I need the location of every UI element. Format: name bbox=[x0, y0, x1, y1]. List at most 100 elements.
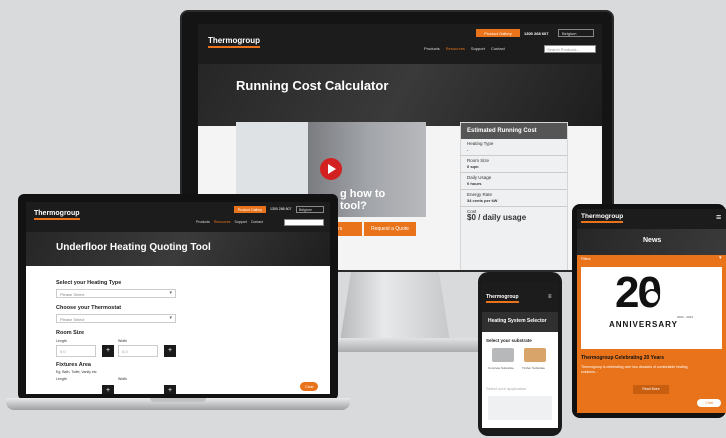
thermostat-select[interactable]: Please Select bbox=[56, 314, 176, 323]
estimate-panel: Estimated Running Cost Heating Type - Roo… bbox=[460, 122, 568, 270]
logo-swoosh bbox=[581, 221, 624, 223]
fixtures-hint: Eg. Bath, Toilet, Vanity etc. bbox=[56, 370, 98, 374]
nav-resources[interactable]: Resources bbox=[446, 46, 465, 51]
page-title: Running Cost Calculator bbox=[236, 78, 389, 93]
estimate-row: Heating Type - bbox=[461, 139, 567, 156]
product-gallery-button[interactable]: Product Gallery bbox=[476, 29, 520, 37]
timber-option[interactable] bbox=[524, 348, 546, 362]
width-input[interactable]: 0.0 bbox=[118, 345, 158, 357]
row-label: Heating Type bbox=[467, 141, 494, 146]
width-increment-button[interactable]: + bbox=[164, 345, 176, 357]
anniversary-text: ANNIVERSARY bbox=[609, 320, 678, 329]
news-body: Thermogroup is celebrating over two deca… bbox=[581, 365, 688, 374]
main-nav: Products Resources Support Contact bbox=[424, 46, 505, 51]
region-select[interactable]: Belgium bbox=[558, 29, 594, 37]
fixtures-label: Fixtures Area bbox=[56, 362, 91, 368]
chevron-down-icon: ▾ bbox=[719, 255, 722, 261]
row-value: 0 sqm bbox=[467, 164, 479, 169]
filter-bar[interactable]: Filters ▾ bbox=[577, 255, 726, 263]
region-select[interactable]: Belgium bbox=[296, 206, 324, 213]
row-value: 34 cents per kW bbox=[467, 198, 498, 203]
nav-products[interactable]: Products bbox=[196, 220, 210, 224]
logo-text: Thermogroup bbox=[34, 210, 80, 217]
nav-products[interactable]: Products bbox=[424, 46, 440, 51]
logo-text: Thermogroup bbox=[208, 36, 260, 45]
phone-logo[interactable]: Thermogroup bbox=[486, 294, 519, 303]
site-logo[interactable]: Thermogroup bbox=[208, 36, 260, 48]
nav-contact[interactable]: Contact bbox=[251, 220, 263, 224]
menu-icon[interactable]: ≡ bbox=[716, 212, 721, 222]
nav-support[interactable]: Support bbox=[235, 220, 247, 224]
concrete-label: Concrete Substrate bbox=[488, 366, 514, 370]
fixtures-length-label: Length bbox=[56, 377, 67, 381]
length-increment-button[interactable]: + bbox=[102, 345, 114, 357]
chat-button[interactable]: Chat bbox=[697, 399, 721, 407]
play-icon[interactable] bbox=[320, 158, 342, 180]
tg-badge-icon bbox=[644, 289, 660, 305]
substrate-label: Select your substrate bbox=[486, 338, 532, 343]
read-more-button[interactable]: Read More bbox=[633, 385, 669, 394]
length-input[interactable]: 0.0 bbox=[56, 345, 96, 357]
thermostat-label: Choose your Thermostat bbox=[56, 305, 122, 311]
laptop-hero: Underfloor Heating Quoting Tool bbox=[26, 232, 330, 266]
row-value: 0 hours bbox=[467, 181, 482, 186]
room-size-label: Room Size bbox=[56, 330, 85, 336]
estimate-row: Energy Rate 34 cents per kW bbox=[461, 190, 567, 207]
chat-button[interactable]: Chat bbox=[300, 382, 319, 391]
anniversary-image[interactable]: 20 ANNIVERSARY 2003 - 2023 bbox=[581, 267, 722, 349]
caption-line-2: tool? bbox=[340, 200, 367, 212]
video-caption: g how to tool? bbox=[340, 188, 385, 212]
concrete-option[interactable] bbox=[492, 348, 514, 362]
laptop-logo[interactable]: Thermogroup bbox=[34, 210, 80, 220]
fixtures-length-button[interactable]: + bbox=[102, 385, 114, 394]
page-title: Heating System Selector bbox=[488, 318, 547, 324]
logo-swoosh bbox=[486, 301, 519, 303]
nav-support[interactable]: Support bbox=[471, 46, 485, 51]
product-gallery-button[interactable]: Product Gallery bbox=[234, 206, 266, 213]
heating-type-select[interactable]: Please Select bbox=[56, 289, 176, 298]
menu-icon[interactable]: ≡ bbox=[548, 294, 552, 300]
phone-screen: Thermogroup ≡ Heating System Selector Se… bbox=[482, 282, 558, 428]
search-input[interactable] bbox=[284, 219, 324, 226]
tablet-header: Thermogroup ≡ bbox=[577, 209, 726, 229]
row-label: Energy Rate bbox=[467, 192, 493, 197]
row-label: Daily Usage bbox=[467, 175, 492, 180]
news-title[interactable]: Thermogroup Celebrating 20 Years bbox=[581, 355, 664, 361]
phone-hero: Heating System Selector bbox=[482, 312, 558, 332]
row-value: - bbox=[467, 147, 469, 152]
hero-banner: Running Cost Calculator bbox=[198, 64, 602, 126]
width-label: Width bbox=[118, 339, 127, 343]
tablet-logo[interactable]: Thermogroup bbox=[581, 213, 624, 223]
logo-swoosh bbox=[34, 218, 80, 220]
phone-header: Thermogroup ≡ bbox=[482, 282, 558, 312]
row-label: Room Size bbox=[467, 158, 490, 163]
application-label: Select your application bbox=[486, 386, 527, 391]
monitor-stand-neck bbox=[340, 272, 450, 342]
estimate-row: Daily Usage 0 hours bbox=[461, 173, 567, 190]
estimate-row: Room Size 0 sqm bbox=[461, 156, 567, 173]
phone-number[interactable]: 1300 268 607 bbox=[270, 207, 291, 211]
estimate-title: Estimated Running Cost bbox=[461, 123, 567, 139]
search-input[interactable]: Search Products... bbox=[544, 45, 596, 53]
laptop-screen: Thermogroup Product Gallery 1300 268 607… bbox=[26, 202, 330, 394]
laptop-notch bbox=[150, 398, 206, 402]
tablet-screen: Thermogroup ≡ News Filters ▾ 20 ANNIVERS… bbox=[577, 209, 726, 413]
logo-text: Thermogroup bbox=[486, 294, 519, 300]
nav-contact[interactable]: Contact bbox=[491, 46, 505, 51]
site-header: Thermogroup Product Gallery 1300 268 607… bbox=[198, 24, 602, 64]
request-quote-button[interactable]: Request a Quote bbox=[364, 222, 416, 236]
fixtures-width-button[interactable]: + bbox=[164, 385, 176, 394]
heating-type-label: Select your Heating Type bbox=[56, 280, 122, 286]
laptop-header: Thermogroup Product Gallery 1300 268 607… bbox=[26, 202, 330, 232]
fixtures-width-label: Width bbox=[118, 377, 127, 381]
timber-label: Timber Substrate bbox=[522, 366, 545, 370]
logo-text: Thermogroup bbox=[581, 213, 624, 220]
caption-line-1: g how to bbox=[340, 188, 386, 200]
estimate-row: Cost $0 / daily usage bbox=[461, 207, 567, 223]
page-title: Underfloor Heating Quoting Tool bbox=[56, 242, 211, 253]
laptop-nav: Products Resources Support Contact bbox=[196, 220, 263, 224]
cost-value: $0 / daily usage bbox=[467, 213, 527, 222]
tablet-hero: News bbox=[577, 229, 726, 255]
phone-number[interactable]: 1300 268 607 bbox=[524, 31, 548, 36]
nav-resources[interactable]: Resources bbox=[214, 220, 231, 224]
